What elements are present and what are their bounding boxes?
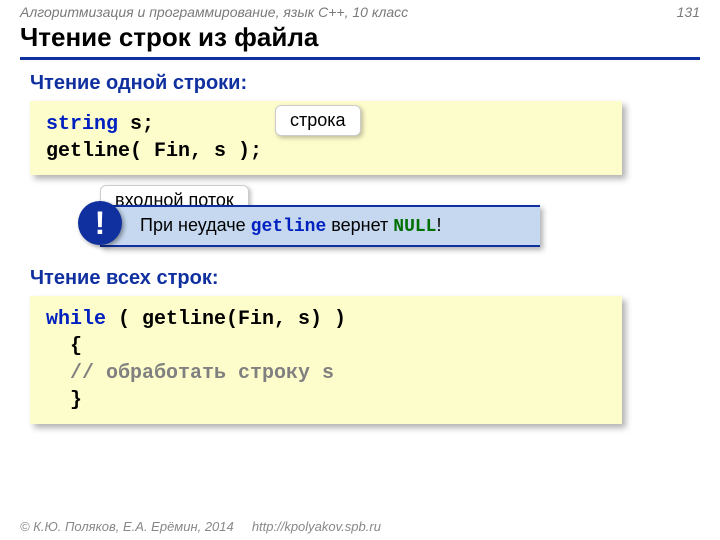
footer-url: http://kpolyakov.spb.ru (252, 519, 381, 534)
page-title: Чтение строк из файла (20, 22, 700, 60)
code-line: getline( Fin, s ); (46, 138, 606, 165)
note-box: ! При неудаче getline вернет NULL! (100, 205, 540, 247)
code-block-2: while ( getline(Fin, s) ) { // обработат… (30, 296, 622, 424)
note-bar: При неудаче getline вернет NULL! (100, 205, 540, 247)
section2-heading: Чтение всех строк: (30, 267, 690, 290)
callout-string: строка (275, 105, 361, 136)
copyright: © К.Ю. Поляков, Е.А. Ерёмин, 2014 (20, 519, 234, 534)
code-line: } (46, 387, 606, 414)
code-getline: getline (251, 217, 327, 237)
code-null: NULL (393, 217, 436, 237)
keyword-string: string (46, 113, 118, 136)
slide-header: Алгоритмизация и программирование, язык … (0, 0, 720, 22)
content-area: Чтение одной строки: string s; getline( … (0, 60, 720, 424)
section1-heading: Чтение одной строки: (30, 72, 690, 95)
keyword-while: while (46, 308, 106, 331)
code-comment: // обработать строку s (46, 360, 606, 387)
course-label: Алгоритмизация и программирование, язык … (20, 4, 408, 20)
code-line: while ( getline(Fin, s) ) (46, 306, 606, 333)
page-number: 131 (677, 4, 700, 20)
exclamation-icon: ! (78, 201, 122, 245)
code-line: { (46, 333, 606, 360)
slide-footer: © К.Ю. Поляков, Е.А. Ерёмин, 2014 http:/… (20, 519, 381, 534)
